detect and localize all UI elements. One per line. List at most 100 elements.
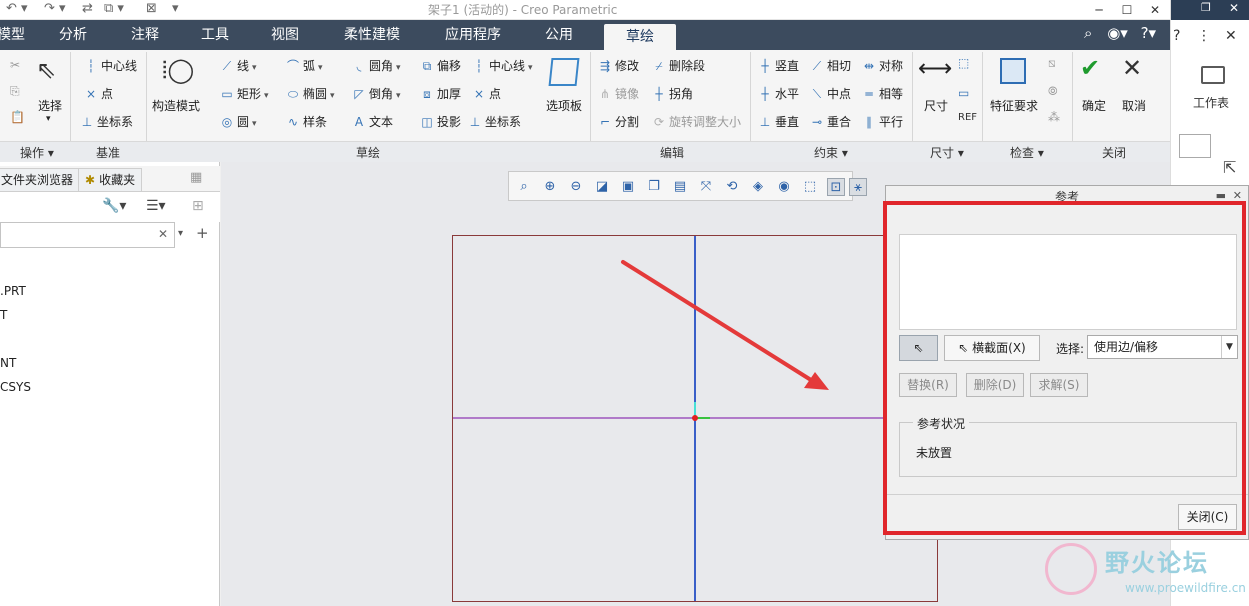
- select-dropdown-icon[interactable]: ▾: [46, 114, 51, 124]
- offset-button[interactable]: ⧉ 偏移: [420, 57, 461, 74]
- filter-icon[interactable]: ⊞: [192, 198, 204, 214]
- fillet-dropdown-icon[interactable]: ▾: [396, 63, 401, 73]
- symmetric-constraint-button[interactable]: ⇹ 对称: [862, 57, 903, 74]
- tree-item[interactable]: CSYS: [0, 380, 31, 394]
- parallel-constraint-button[interactable]: ∥ 平行: [862, 113, 903, 130]
- project-button[interactable]: ◫ 投影: [420, 113, 461, 130]
- construction-mode-icon[interactable]: ⦙◯: [162, 56, 194, 84]
- tab-tools[interactable]: 工具: [192, 20, 238, 50]
- chamfer-button[interactable]: ◸ 倒角 ▾: [352, 85, 401, 102]
- divide-button[interactable]: ⌐ 分割: [598, 113, 639, 130]
- workbench-label[interactable]: 工作表: [1193, 94, 1229, 111]
- settings-icon[interactable]: ☰▾: [146, 198, 166, 214]
- worksheet-icon[interactable]: [1201, 66, 1225, 84]
- close-icon[interactable]: ✕: [1229, 1, 1239, 15]
- close-icon[interactable]: ✕: [1225, 28, 1237, 44]
- tree-item[interactable]: T: [0, 308, 7, 322]
- line-dropdown-icon[interactable]: ▾: [252, 63, 257, 73]
- dimension-button[interactable]: 尺寸: [924, 97, 948, 114]
- arc-button[interactable]: ⌒ 弧 ▾: [286, 57, 323, 74]
- horizontal-constraint-button[interactable]: ┼ 水平: [758, 85, 799, 102]
- tangent-constraint-button[interactable]: ⟋ 相切: [810, 57, 851, 74]
- pointer-icon[interactable]: ⇱: [1223, 158, 1236, 177]
- perimeter-icon[interactable]: ⬚: [958, 56, 969, 70]
- corner-button[interactable]: ┼ 拐角: [652, 85, 693, 102]
- coincident-constraint-button[interactable]: ⊸ 重合: [810, 113, 851, 130]
- close-window-icon[interactable]: ⊠: [146, 1, 157, 16]
- modify-button[interactable]: ⇶ 修改: [598, 57, 639, 74]
- arc-dropdown-icon[interactable]: ▾: [318, 63, 323, 73]
- rectangle-button[interactable]: ▭ 矩形 ▾: [220, 85, 269, 102]
- navigator-search-input[interactable]: ✕: [0, 222, 175, 248]
- feature-requirements-button[interactable]: 特征要求: [990, 97, 1038, 114]
- windows-icon[interactable]: ⧉ ▾: [104, 1, 124, 16]
- perpendicular-constraint-button[interactable]: ⊥ 垂直: [758, 113, 799, 130]
- minimize-icon[interactable]: ─: [1085, 0, 1113, 20]
- vertical-constraint-button[interactable]: ┼ 竖直: [758, 57, 799, 74]
- midpoint-constraint-button[interactable]: ⟍ 中点: [810, 85, 851, 102]
- select-button[interactable]: 选择: [38, 97, 62, 114]
- close-icon[interactable]: ✕: [1141, 0, 1169, 20]
- tab-flexible-modeling[interactable]: 柔性建模: [334, 20, 410, 50]
- tab-sketch[interactable]: 草绘: [604, 24, 676, 50]
- feature-requirements-icon[interactable]: [1000, 58, 1026, 84]
- tab-common[interactable]: 公用: [534, 20, 584, 50]
- right-panel-input[interactable]: [1179, 134, 1211, 158]
- datum-point-button[interactable]: × 点: [84, 85, 113, 102]
- tree-item[interactable]: .PRT: [0, 284, 26, 298]
- operations-group-label[interactable]: 操作 ▾: [20, 144, 54, 161]
- palette-icon[interactable]: [548, 58, 580, 86]
- sketch-csys-button[interactable]: ⊥ 坐标系: [468, 113, 521, 130]
- circle-button[interactable]: ◎ 圆 ▾: [220, 113, 257, 130]
- tab-view[interactable]: 视图: [262, 20, 308, 50]
- tab-folder-browser[interactable]: 文件夹浏览器: [0, 168, 81, 192]
- sketch-centerline-button[interactable]: ┆ 中心线 ▾: [472, 57, 533, 74]
- more-icon[interactable]: ⋮: [1197, 28, 1211, 44]
- fillet-button[interactable]: ◟ 圆角 ▾: [352, 57, 401, 74]
- ellipse-button[interactable]: ⬭ 椭圆 ▾: [286, 85, 335, 102]
- undo-icon[interactable]: ↶ ▾: [6, 1, 28, 16]
- tab-favorites[interactable]: ✱ 收藏夹: [78, 168, 143, 192]
- cancel-icon[interactable]: ✕: [1122, 54, 1142, 82]
- redo-icon[interactable]: ↷ ▾: [44, 1, 66, 16]
- constrain-group-label[interactable]: 约束 ▾: [814, 144, 848, 161]
- rectangle-dropdown-icon[interactable]: ▾: [264, 91, 269, 101]
- help-icon[interactable]: ?: [1173, 28, 1180, 44]
- palette-button[interactable]: 选项板: [546, 97, 582, 114]
- tab-applications[interactable]: 应用程序: [434, 20, 512, 50]
- tab-annotate[interactable]: 注释: [122, 20, 168, 50]
- search-icon[interactable]: ⌕: [1084, 24, 1092, 42]
- baseline-icon[interactable]: ▭: [958, 86, 969, 100]
- navigator-settings-icon[interactable]: ▦: [190, 170, 202, 185]
- circle-dropdown-icon[interactable]: ▾: [252, 119, 257, 129]
- tab-analysis[interactable]: 分析: [50, 20, 96, 50]
- sketch-point-button[interactable]: × 点: [472, 85, 501, 102]
- chamfer-dropdown-icon[interactable]: ▾: [396, 91, 401, 101]
- community-icon[interactable]: ◉▾: [1107, 24, 1128, 42]
- tree-item[interactable]: NT: [0, 356, 16, 370]
- ok-icon[interactable]: ✔: [1080, 54, 1100, 82]
- tab-model[interactable]: 模型: [0, 20, 26, 50]
- datum-centerline-button[interactable]: ┆ 中心线: [84, 57, 137, 74]
- regenerate-icon[interactable]: ⇄: [82, 1, 93, 16]
- help-icon[interactable]: ?▾: [1141, 24, 1157, 42]
- customize-qa-icon[interactable]: ▾: [172, 1, 179, 16]
- text-button[interactable]: A 文本: [352, 113, 393, 130]
- tools-icon[interactable]: 🔧▾: [102, 198, 126, 214]
- dimension-group-label[interactable]: 尺寸 ▾: [930, 144, 964, 161]
- inspect-group-label[interactable]: 检查 ▾: [1010, 144, 1044, 161]
- reference-dimension-icon[interactable]: REF: [958, 112, 977, 123]
- add-icon[interactable]: +: [196, 224, 209, 242]
- construction-mode-button[interactable]: 构造模式: [152, 97, 200, 114]
- search-dropdown-icon[interactable]: ▾: [178, 228, 183, 239]
- restore-icon[interactable]: ❐: [1201, 1, 1211, 14]
- maximize-icon[interactable]: ☐: [1113, 0, 1141, 20]
- line-button[interactable]: ⟋ 线 ▾: [220, 57, 257, 74]
- cancel-button[interactable]: 取消: [1122, 97, 1146, 114]
- select-icon[interactable]: ⇖: [36, 56, 56, 84]
- ok-button[interactable]: 确定: [1082, 97, 1106, 114]
- dimension-icon[interactable]: ⟷: [918, 54, 952, 82]
- datum-csys-button[interactable]: ⊥ 坐标系: [80, 113, 133, 130]
- clear-icon[interactable]: ✕: [158, 227, 168, 241]
- sketch-centerline-dropdown-icon[interactable]: ▾: [528, 63, 533, 73]
